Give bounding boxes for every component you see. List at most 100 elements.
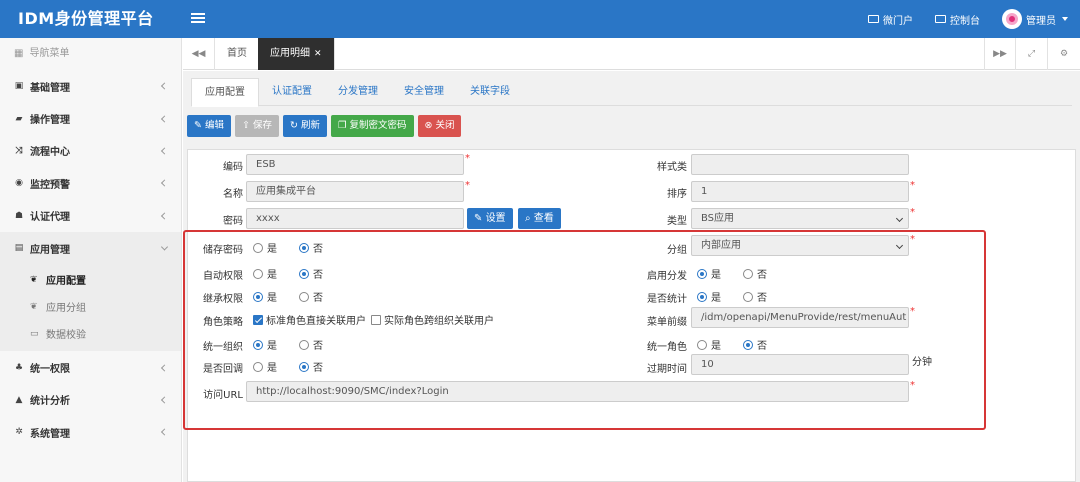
edit-button[interactable]: ✎ 编辑 [187,115,231,137]
role-cross-org-checkbox[interactable]: 实际角色跨组织关联用户 [371,312,494,327]
sidebar-subitem-app-config[interactable]: ❦ 应用配置 [0,266,181,293]
required-mark: * [910,207,915,218]
auto-permission-yes[interactable]: 是 [253,266,277,281]
scroll-left-icon[interactable]: ◀◀ [183,38,215,70]
gear-icon[interactable]: ⚙ [1048,38,1080,70]
statistics-no[interactable]: 否 [743,289,767,304]
radio-button[interactable] [697,339,707,350]
radio-button[interactable] [743,291,753,302]
password-field[interactable]: xxxx [246,208,464,229]
name-field[interactable]: 应用集成平台 [246,181,464,202]
callback-no[interactable]: 否 [299,359,323,374]
view-password-button[interactable]: ⌕ 查看 [518,208,561,229]
radio-button[interactable] [299,291,309,302]
close-icon[interactable]: ✕ [314,49,322,59]
type-select[interactable]: BS应用 [691,208,909,229]
chevron-down-icon [895,214,904,223]
radio-button[interactable] [743,268,753,279]
grid-icon: ▦ [14,48,24,59]
radio-button[interactable] [253,339,263,350]
config-tabs: 应用配置 认证配置 分发管理 安全管理 关联字段 [191,78,1072,107]
checkbox[interactable] [371,314,381,325]
tab-app-detail[interactable]: 应用明细 ✕ [258,38,335,70]
scroll-right-icon[interactable]: ▶▶ [984,38,1016,70]
expire-time-field[interactable]: 10 [691,354,909,375]
auto-permission-no[interactable]: 否 [299,266,323,281]
nav-console-link[interactable]: 控制台 [935,12,980,27]
page-tab-strip: ◀◀ 首页 应用明细 ✕ ▶▶ ⤢ ⚙ [183,38,1080,70]
callback-yes[interactable]: 是 [253,359,277,374]
sidebar-item-monitor[interactable]: ◉ 监控预警 [0,167,181,199]
group-select[interactable]: 内部应用 [691,235,909,256]
unify-org-yes[interactable]: 是 [253,337,277,352]
radio-label: 是 [267,363,277,374]
radio-button[interactable] [253,361,263,372]
access-url-field[interactable]: http://localhost:9090/SMC/index?Login [246,381,909,402]
view-label: 查看 [533,213,554,224]
sidebar-item-unified-permission[interactable]: ♣ 统一权限 [0,351,181,383]
radio-button[interactable] [299,361,309,372]
style-class-field[interactable] [691,154,909,175]
unify-role-yes[interactable]: 是 [697,337,721,352]
radio-label: 是 [267,244,277,255]
radio-button[interactable] [253,242,263,253]
tab-security[interactable]: 安全管理 [391,78,457,106]
role-direct-checkbox[interactable]: 标准角色直接关联用户 [253,312,366,327]
copy-password-button[interactable]: ❐ 复制密文密码 [330,115,414,137]
tab-app-config[interactable]: 应用配置 [191,78,259,107]
refresh-button[interactable]: ↻ 刷新 [282,115,327,137]
sidebar-item-app-mgmt[interactable]: ▤ 应用管理 [0,231,181,265]
fullscreen-icon[interactable]: ⤢ [1016,38,1048,70]
toolbar: ✎ 编辑 ⇪ 保存 ↻ 刷新 ❐ 复制密文密码 ⊗ 关闭 [187,115,462,137]
menu-toggle-icon[interactable] [191,11,205,25]
radio-button[interactable] [299,339,309,350]
tab-auth-config[interactable]: 认证配置 [259,78,325,106]
enable-distribution-no[interactable]: 否 [743,266,767,281]
radio-button[interactable] [743,339,753,350]
radio-button[interactable] [299,242,309,253]
radio-button[interactable] [697,268,707,279]
set-password-button[interactable]: ✎ 设置 [467,208,513,229]
sidebar-heading: ▦ 导航菜单 [0,38,181,70]
sidebar-subitem-app-group[interactable]: ❦ 应用分组 [0,293,181,320]
tab-distribution[interactable]: 分发管理 [325,78,391,106]
store-password-no[interactable]: 否 [299,240,323,255]
order-field[interactable]: 1 [691,181,909,202]
sidebar-subitem-data-check[interactable]: ▭ 数据校验 [0,320,181,347]
tab-related-fields[interactable]: 关联字段 [457,78,523,106]
close-button[interactable]: ⊗ 关闭 [417,115,462,137]
radio-button[interactable] [253,291,263,302]
inherit-permission-no[interactable]: 否 [299,289,323,304]
radio-button[interactable] [299,268,309,279]
sidebar-heading-label: 导航菜单 [29,48,70,59]
statistics-yes[interactable]: 是 [697,289,721,304]
sidebar-item-label: 流程中心 [30,147,70,159]
store-password-yes[interactable]: 是 [253,240,277,255]
sidebar-item-system[interactable]: ✲ 系统管理 [0,416,181,448]
checkbox[interactable] [253,314,263,325]
unify-role-no[interactable]: 否 [743,337,767,352]
radio-button[interactable] [697,291,707,302]
sidebar-item-auth-proxy[interactable]: ☗ 认证代理 [0,200,181,232]
save-button[interactable]: ⇪ 保存 [234,115,279,137]
expire-time-label: 过期时间 [647,364,687,375]
sidebar-item-process[interactable]: ⤨ 流程中心 [0,135,181,167]
sidebar-item-label: 统一权限 [30,364,70,376]
inherit-permission-yes[interactable]: 是 [253,289,277,304]
radio-label: 否 [313,293,323,304]
enable-distribution-label: 启用分发 [647,271,687,282]
enable-distribution-yes[interactable]: 是 [697,266,721,281]
code-field[interactable]: ESB [246,154,464,175]
user-menu[interactable]: 管理员 [1002,9,1068,29]
sidebar-item-basic[interactable]: ▣ 基础管理 [0,70,181,102]
nav-portal-link[interactable]: 微门户 [868,12,913,27]
menu-prefix-label: 菜单前缀 [647,317,687,328]
sidebar-item-operation[interactable]: ▰ 操作管理 [0,102,181,134]
menu-prefix-field[interactable]: /idm/openapi/MenuProvide/rest/menuAut [691,307,909,328]
radio-label: 是 [711,341,721,352]
unify-org-no[interactable]: 否 [299,337,323,352]
radio-button[interactable] [253,268,263,279]
tab-home[interactable]: 首页 [215,38,260,70]
close-circle-icon: ⊗ [424,120,433,131]
sidebar-item-statistics[interactable]: ▲ 统计分析 [0,384,181,416]
